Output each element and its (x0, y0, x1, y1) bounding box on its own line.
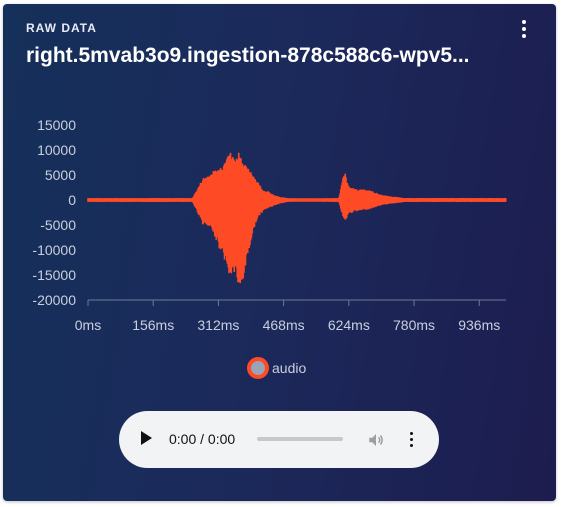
y-tick-label: -5000 (40, 217, 76, 233)
y-tick-label: -15000 (32, 267, 76, 283)
x-tick-label: 624ms (328, 317, 370, 333)
series-layer (87, 152, 507, 284)
x-tick-label: 0ms (75, 317, 101, 333)
audio-player: 0:00 / 0:00 (119, 411, 439, 468)
y-tick-label: 10000 (37, 142, 76, 158)
x-tick-label: 468ms (263, 317, 305, 333)
x-tick-label: 936ms (458, 317, 500, 333)
y-tick-label: -10000 (32, 242, 76, 258)
legend-item-audio[interactable]: audio (247, 357, 306, 379)
player-more-options-icon[interactable] (406, 429, 416, 449)
y-tick-label: -20000 (32, 292, 76, 308)
playback-time: 0:00 / 0:00 (169, 431, 236, 447)
x-tick-label: 312ms (197, 317, 239, 333)
volume-icon[interactable] (367, 431, 385, 449)
playback-progress-bar[interactable] (257, 437, 343, 441)
x-tick-label: 156ms (132, 317, 174, 333)
x-tick-label: 780ms (393, 317, 435, 333)
x-axis: 0ms 156ms 312ms 468ms 624ms 780ms 936ms (75, 299, 506, 333)
audio-waveform-series (87, 152, 507, 284)
legend-marker (247, 357, 269, 379)
waveform-chart: 15000 10000 5000 0 -5000 -10000 -15000 -20000 0… (32, 117, 507, 333)
more-dot (409, 437, 413, 441)
y-tick-label: 15000 (37, 117, 76, 133)
legend-label: audio (272, 360, 307, 376)
more-dot (409, 431, 413, 435)
more-dot (409, 443, 413, 447)
raw-data-card: RAW DATA right.5mvab3o9.ingestion-878c58… (3, 4, 556, 501)
y-tick-label: 5000 (45, 167, 76, 183)
y-tick-label: 0 (68, 192, 76, 208)
play-icon[interactable] (141, 431, 152, 445)
y-axis: 15000 10000 5000 0 -5000 -10000 -15000 -20000 (32, 117, 76, 308)
